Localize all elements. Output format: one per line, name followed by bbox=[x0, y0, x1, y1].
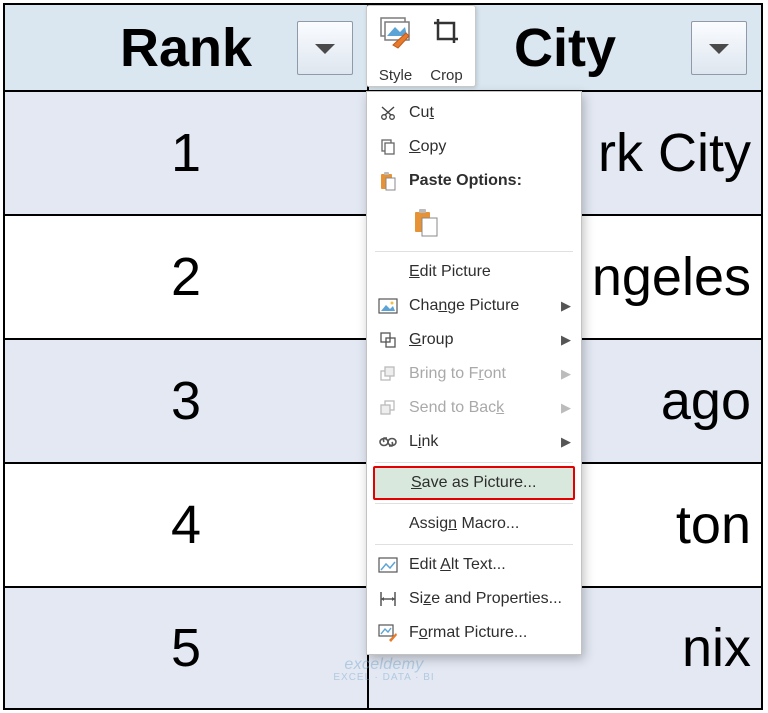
cell-rank[interactable]: 3 bbox=[5, 340, 369, 462]
link-icon bbox=[377, 431, 399, 453]
menu-label: Size and Properties... bbox=[409, 590, 562, 608]
menu-assign-macro[interactable]: Assign Macro... bbox=[367, 507, 581, 541]
menu-label: Paste Options: bbox=[409, 172, 522, 190]
crop-icon bbox=[432, 12, 462, 52]
menu-edit-alt-text[interactable]: Edit Alt Text... bbox=[367, 548, 581, 582]
header-label-city: City bbox=[514, 17, 616, 79]
group-icon bbox=[377, 329, 399, 351]
menu-label: Copy bbox=[409, 138, 446, 156]
menu-bring-to-front: Bring to Front ▶ bbox=[367, 357, 581, 391]
filter-button-rank[interactable] bbox=[297, 21, 353, 75]
crop-label: Crop bbox=[430, 62, 463, 84]
menu-send-to-back: Send to Back ▶ bbox=[367, 391, 581, 425]
menu-edit-picture[interactable]: Edit Picture bbox=[367, 255, 581, 289]
menu-label: Send to Back bbox=[409, 399, 504, 417]
picture-context-menu: Cut Copy Paste Options: Edit Picture Cha… bbox=[366, 91, 582, 655]
cell-rank[interactable]: 1 bbox=[5, 92, 369, 214]
style-label: Style bbox=[379, 62, 412, 84]
crop-button[interactable]: Crop bbox=[424, 12, 469, 84]
filter-dropdown-icon bbox=[707, 40, 731, 56]
menu-cut[interactable]: Cut bbox=[367, 96, 581, 130]
menu-label: Format Picture... bbox=[409, 624, 527, 642]
change-picture-icon bbox=[377, 295, 399, 317]
picture-mini-toolbar: Style Crop bbox=[366, 5, 476, 87]
cell-rank[interactable]: 5 bbox=[5, 588, 369, 708]
cell-rank[interactable]: 2 bbox=[5, 216, 369, 338]
chevron-right-icon: ▶ bbox=[561, 366, 571, 382]
menu-label: Edit Alt Text... bbox=[409, 556, 506, 574]
paste-option-picture[interactable] bbox=[409, 204, 443, 242]
menu-label: Assign Macro... bbox=[409, 515, 519, 533]
chevron-right-icon: ▶ bbox=[561, 400, 571, 416]
picture-style-icon bbox=[378, 12, 414, 52]
send-to-back-icon bbox=[377, 397, 399, 419]
menu-label: Cut bbox=[409, 104, 434, 122]
header-label-rank: Rank bbox=[120, 17, 252, 79]
style-button[interactable]: Style bbox=[373, 12, 418, 84]
filter-button-city[interactable] bbox=[691, 21, 747, 75]
chevron-right-icon: ▶ bbox=[561, 332, 571, 348]
menu-save-as-picture[interactable]: Save as Picture... bbox=[373, 466, 575, 500]
cell-rank[interactable]: 4 bbox=[5, 464, 369, 586]
menu-format-picture[interactable]: Format Picture... bbox=[367, 616, 581, 650]
filter-dropdown-icon bbox=[313, 40, 337, 56]
chevron-right-icon: ▶ bbox=[561, 298, 571, 314]
paste-options-row bbox=[367, 198, 581, 248]
header-cell-rank: Rank bbox=[5, 5, 369, 90]
menu-label: Change Picture bbox=[409, 297, 519, 315]
menu-separator bbox=[375, 251, 573, 252]
menu-change-picture[interactable]: Change Picture ▶ bbox=[367, 289, 581, 323]
clipboard-icon bbox=[377, 170, 399, 192]
alt-text-icon bbox=[377, 554, 399, 576]
menu-group[interactable]: Group ▶ bbox=[367, 323, 581, 357]
bring-to-front-icon bbox=[377, 363, 399, 385]
menu-label: Save as Picture... bbox=[411, 474, 536, 492]
format-picture-icon bbox=[377, 622, 399, 644]
size-properties-icon bbox=[377, 588, 399, 610]
chevron-right-icon: ▶ bbox=[561, 434, 571, 450]
menu-link[interactable]: Link ▶ bbox=[367, 425, 581, 459]
paste-picture-icon bbox=[413, 208, 439, 238]
menu-separator bbox=[375, 544, 573, 545]
menu-size-and-properties[interactable]: Size and Properties... bbox=[367, 582, 581, 616]
menu-paste-options-header: Paste Options: bbox=[367, 164, 581, 198]
menu-label: Edit Picture bbox=[409, 263, 491, 281]
menu-separator bbox=[375, 503, 573, 504]
scissors-icon bbox=[377, 102, 399, 124]
menu-label: Bring to Front bbox=[409, 365, 506, 383]
menu-separator bbox=[375, 462, 573, 463]
menu-label: Group bbox=[409, 331, 453, 349]
menu-label: Link bbox=[409, 433, 438, 451]
menu-copy[interactable]: Copy bbox=[367, 130, 581, 164]
copy-icon bbox=[377, 136, 399, 158]
